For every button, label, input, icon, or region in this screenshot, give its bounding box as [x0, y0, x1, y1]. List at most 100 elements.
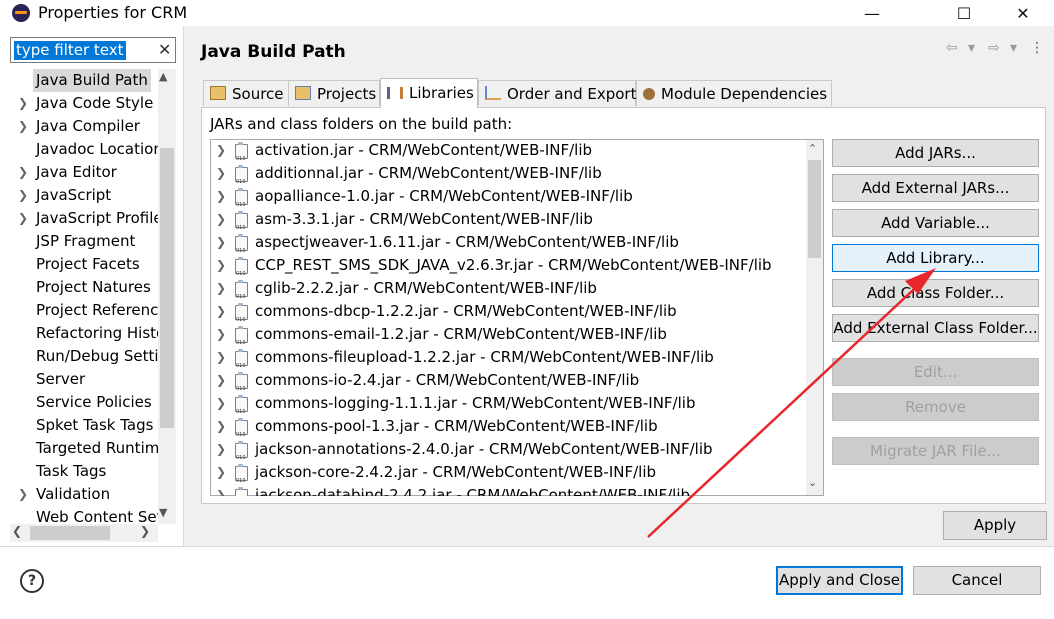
migrate-jar-button[interactable]: Migrate JAR File...: [832, 437, 1039, 465]
expand-chevron-icon[interactable]: ❯: [216, 254, 226, 277]
scroll-right-icon[interactable]: ❯: [140, 524, 150, 538]
scroll-up-icon[interactable]: ▲: [159, 70, 167, 83]
sidebar-item[interactable]: Project Natures: [0, 276, 160, 299]
minimize-icon[interactable]: —: [849, 0, 895, 26]
expand-chevron-icon[interactable]: ❯: [216, 323, 226, 346]
sidebar-item[interactable]: Project Facets: [0, 253, 160, 276]
library-row[interactable]: ❯ aopalliance-1.0.jar - CRM/WebContent/WE…: [211, 185, 806, 217]
library-row[interactable]: ❯ commons-dbcp-1.2.2.jar - CRM/WebContent…: [211, 300, 806, 332]
jar-file-icon: [235, 303, 248, 332]
expand-chevron-icon[interactable]: ❯: [216, 484, 226, 496]
expand-chevron-icon[interactable]: ❯: [18, 207, 32, 230]
sidebar-item[interactable]: Targeted Runtimes: [0, 437, 160, 460]
clear-filter-icon[interactable]: ✕: [158, 40, 171, 59]
back-dropdown-icon[interactable]: ▾: [968, 40, 975, 56]
expand-chevron-icon[interactable]: ❯: [216, 162, 226, 185]
library-row[interactable]: ❯ commons-pool-1.3.jar - CRM/WebContent/W…: [211, 415, 806, 447]
cancel-button[interactable]: Cancel: [913, 566, 1041, 595]
expand-chevron-icon[interactable]: ❯: [18, 483, 32, 506]
view-menu-icon[interactable]: ⋮: [1030, 40, 1044, 56]
close-icon[interactable]: ✕: [1000, 0, 1046, 26]
sidebar-item[interactable]: ❯ JavaScript: [0, 184, 160, 207]
library-row[interactable]: ❯ commons-email-1.2.jar - CRM/WebContent/…: [211, 323, 806, 355]
sidebar-item[interactable]: ❯ Java Code Style: [0, 92, 160, 115]
library-row[interactable]: ❯ activation.jar - CRM/WebContent/WEB-INF…: [211, 139, 806, 171]
add-external-class-folder-button[interactable]: Add External Class Folder...: [832, 314, 1039, 342]
sidebar-item[interactable]: ❯ JavaScript Profile: [0, 207, 160, 230]
library-row[interactable]: ❯ commons-fileupload-1.2.2.jar - CRM/WebC…: [211, 346, 806, 378]
apply-and-close-button[interactable]: Apply and Close: [776, 566, 903, 595]
sidebar-item[interactable]: Javadoc Location: [0, 138, 160, 161]
tab-module-dependencies[interactable]: Module Dependencies: [636, 80, 832, 106]
library-row[interactable]: ❯ CCP_REST_SMS_SDK_JAVA_v2.6.3r.jar - CRM…: [211, 254, 806, 286]
expand-chevron-icon[interactable]: ❯: [18, 92, 32, 115]
list-scroll-down-icon[interactable]: ⌄: [808, 476, 817, 489]
tab-source[interactable]: Source: [203, 80, 289, 106]
sidebar-item[interactable]: JSP Fragment: [0, 230, 160, 253]
remove-button[interactable]: Remove: [832, 393, 1039, 421]
library-row[interactable]: ❯ jackson-annotations-2.4.0.jar - CRM/Web…: [211, 438, 806, 470]
sidebar-item[interactable]: ❯ Java Editor: [0, 161, 160, 184]
tab-order-and-export[interactable]: Order and Export: [478, 80, 637, 106]
sidebar-item-label: Project Natures: [36, 278, 151, 296]
tab-libraries[interactable]: Libraries: [380, 78, 478, 108]
tab-projects[interactable]: Projects: [288, 80, 380, 106]
expand-chevron-icon[interactable]: ❯: [216, 277, 226, 300]
library-row[interactable]: ❯ jackson-databind-2.4.2.jar - CRM/WebCon…: [211, 484, 806, 496]
expand-chevron-icon[interactable]: ❯: [18, 161, 32, 184]
sidebar-item[interactable]: ❯ Validation: [0, 483, 160, 506]
library-row[interactable]: ❯ cglib-2.2.2.jar - CRM/WebContent/WEB-IN…: [211, 277, 806, 309]
expand-chevron-icon[interactable]: ❯: [216, 139, 226, 162]
expand-chevron-icon[interactable]: ❯: [216, 392, 226, 415]
library-row[interactable]: ❯ commons-logging-1.1.1.jar - CRM/WebCont…: [211, 392, 806, 424]
edit-button[interactable]: Edit...: [832, 358, 1039, 386]
expand-chevron-icon[interactable]: ❯: [18, 184, 32, 207]
expand-chevron-icon[interactable]: ❯: [216, 415, 226, 438]
library-row[interactable]: ❯ asm-3.3.1.jar - CRM/WebContent/WEB-INF/…: [211, 208, 806, 240]
sidebar-item[interactable]: Spket Task Tags: [0, 414, 160, 437]
list-vertical-scroll-thumb[interactable]: [808, 160, 821, 258]
sidebar-item[interactable]: Project References: [0, 299, 160, 322]
add-class-folder-button[interactable]: Add Class Folder...: [832, 279, 1039, 307]
add-library-button[interactable]: Add Library...: [832, 244, 1039, 272]
tree-horizontal-scroll-thumb[interactable]: [30, 526, 110, 540]
expand-chevron-icon[interactable]: ❯: [216, 346, 226, 369]
expand-chevron-icon[interactable]: ❯: [216, 231, 226, 254]
sidebar-item-label: Run/Debug Settings: [36, 347, 160, 365]
list-scroll-up-icon[interactable]: ⌃: [808, 142, 817, 155]
sidebar-item-label: Targeted Runtimes: [36, 439, 160, 457]
tree-vertical-scroll-thumb[interactable]: [160, 148, 174, 428]
add-external-jars-button[interactable]: Add External JARs...: [832, 174, 1039, 202]
sidebar-item[interactable]: Task Tags: [0, 460, 160, 483]
forward-arrow-icon[interactable]: ⇨: [988, 40, 1000, 56]
back-arrow-icon[interactable]: ⇦: [946, 40, 958, 56]
library-row[interactable]: ❯ additionnal.jar - CRM/WebContent/WEB-IN…: [211, 162, 806, 194]
sidebar-item[interactable]: Run/Debug Settings: [0, 345, 160, 368]
expand-chevron-icon[interactable]: ❯: [216, 208, 226, 231]
help-icon[interactable]: ?: [20, 569, 44, 593]
sidebar-item-label: Service Policies: [36, 393, 152, 411]
sidebar-item[interactable]: Service Policies: [0, 391, 160, 414]
scroll-left-icon[interactable]: ❮: [12, 524, 22, 538]
sidebar-item[interactable]: Refactoring History: [0, 322, 160, 345]
add-variable-button[interactable]: Add Variable...: [832, 209, 1039, 237]
add-jars-button[interactable]: Add JARs...: [832, 139, 1039, 167]
sidebar-item[interactable]: ❯ Java Compiler: [0, 115, 160, 138]
filter-input-text[interactable]: type filter text: [14, 41, 126, 60]
expand-chevron-icon[interactable]: ❯: [216, 438, 226, 461]
expand-chevron-icon[interactable]: ❯: [216, 300, 226, 323]
expand-chevron-icon[interactable]: ❯: [216, 369, 226, 392]
library-row[interactable]: ❯ commons-io-2.4.jar - CRM/WebContent/WEB…: [211, 369, 806, 401]
sidebar-item[interactable]: Java Build Path: [0, 69, 160, 92]
library-row[interactable]: ❯ aspectjweaver-1.6.11.jar - CRM/WebConte…: [211, 231, 806, 263]
expand-chevron-icon[interactable]: ❯: [216, 461, 226, 484]
footer-separator: [0, 546, 1054, 547]
scroll-down-icon[interactable]: ▼: [159, 506, 167, 519]
forward-dropdown-icon[interactable]: ▾: [1010, 40, 1017, 56]
maximize-icon[interactable]: ☐: [941, 0, 987, 26]
expand-chevron-icon[interactable]: ❯: [216, 185, 226, 208]
library-row[interactable]: ❯ jackson-core-2.4.2.jar - CRM/WebContent…: [211, 461, 806, 493]
sidebar-item[interactable]: Server: [0, 368, 160, 391]
expand-chevron-icon[interactable]: ❯: [18, 115, 32, 138]
apply-button[interactable]: Apply: [943, 511, 1047, 540]
